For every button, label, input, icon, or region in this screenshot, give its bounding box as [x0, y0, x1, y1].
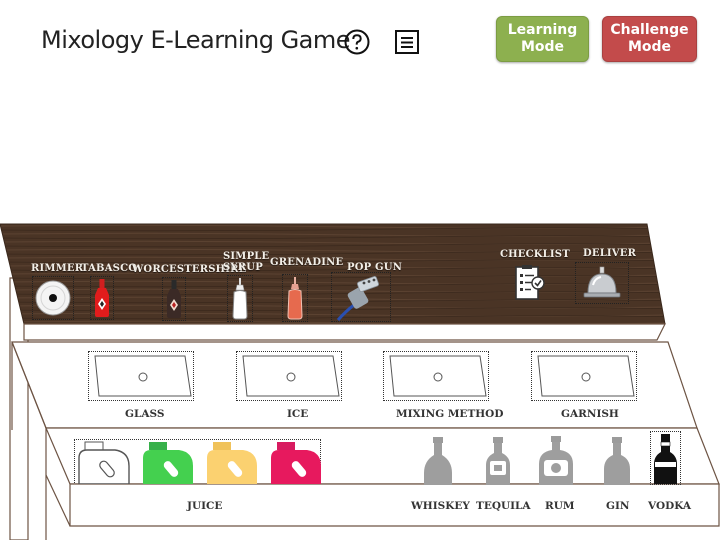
mixing-method-label: MIXING METHOD: [396, 408, 504, 420]
juice-item[interactable]: [74, 439, 321, 484]
juice-label: JUICE: [187, 500, 223, 512]
tequila-bottle-icon: [486, 437, 510, 485]
tequila-bottle[interactable]: [480, 435, 516, 485]
ice-label: ICE: [287, 408, 309, 420]
garnish-label: GARNISH: [561, 408, 619, 420]
worcestershire-item[interactable]: [162, 277, 186, 321]
service-bell-icon: [583, 266, 621, 298]
vodka-bottle[interactable]: [650, 431, 681, 485]
game-title: Mixology E-Learning Game: [41, 26, 351, 54]
simple-syrup-item[interactable]: [227, 275, 253, 322]
garnish-tray-icon: [537, 355, 635, 397]
soda-gun-icon: [336, 276, 379, 321]
checklist-icon: [515, 265, 545, 300]
deliver-label: DELIVER: [583, 248, 637, 259]
rimmer-label: RIMMER: [31, 263, 84, 274]
whiskey-bottle-icon: [424, 437, 452, 485]
rimmer-item[interactable]: [32, 276, 74, 320]
garnish-slot[interactable]: [531, 351, 637, 401]
glass-tray-icon: [94, 355, 192, 397]
ice-tray-icon: [242, 355, 340, 397]
tabasco-item[interactable]: [90, 276, 114, 320]
checklist-item[interactable]: [511, 263, 547, 303]
grenadine-label: GRENADINE: [270, 257, 344, 268]
rum-label: RUM: [545, 500, 575, 512]
tabasco-label: TABASCO: [81, 263, 138, 274]
ice-slot[interactable]: [236, 351, 342, 401]
vodka-bottle-icon: [654, 434, 677, 484]
glass-slot[interactable]: [88, 351, 194, 401]
gin-bottle[interactable]: [600, 435, 634, 485]
simple-syrup-bottle-icon: [232, 278, 248, 320]
juice-jugs-icon: [78, 441, 321, 484]
help-icon[interactable]: [344, 29, 370, 55]
challenge-mode-button[interactable]: Challenge Mode: [602, 16, 697, 62]
pop-gun-item[interactable]: [331, 272, 391, 322]
checklist-label: CHECKLIST: [500, 249, 570, 260]
worcestershire-bottle-icon: [167, 280, 181, 318]
tequila-label: TEQUILA: [476, 500, 531, 512]
tabasco-bottle-icon: [95, 279, 109, 317]
deliver-item[interactable]: [575, 262, 629, 304]
rimmer-icon: [35, 280, 71, 316]
menu-icon[interactable]: [394, 29, 420, 55]
simple-syrup-label: SIMPLE SYRUP: [223, 251, 270, 273]
learning-mode-button[interactable]: Learning Mode: [496, 16, 589, 62]
rum-bottle[interactable]: [535, 434, 577, 485]
whiskey-bottle[interactable]: [420, 435, 456, 485]
vodka-label: VODKA: [648, 500, 692, 512]
rum-bottle-icon: [539, 436, 573, 485]
mixing-method-slot[interactable]: [383, 351, 489, 401]
grenadine-item[interactable]: [282, 274, 308, 322]
grenadine-bottle-icon: [287, 277, 303, 320]
gin-label: GIN: [606, 500, 630, 512]
glass-label: GLASS: [125, 408, 165, 420]
mixing-method-tray-icon: [389, 355, 487, 397]
whiskey-label: WHISKEY: [411, 500, 470, 512]
gin-bottle-icon: [604, 437, 630, 485]
